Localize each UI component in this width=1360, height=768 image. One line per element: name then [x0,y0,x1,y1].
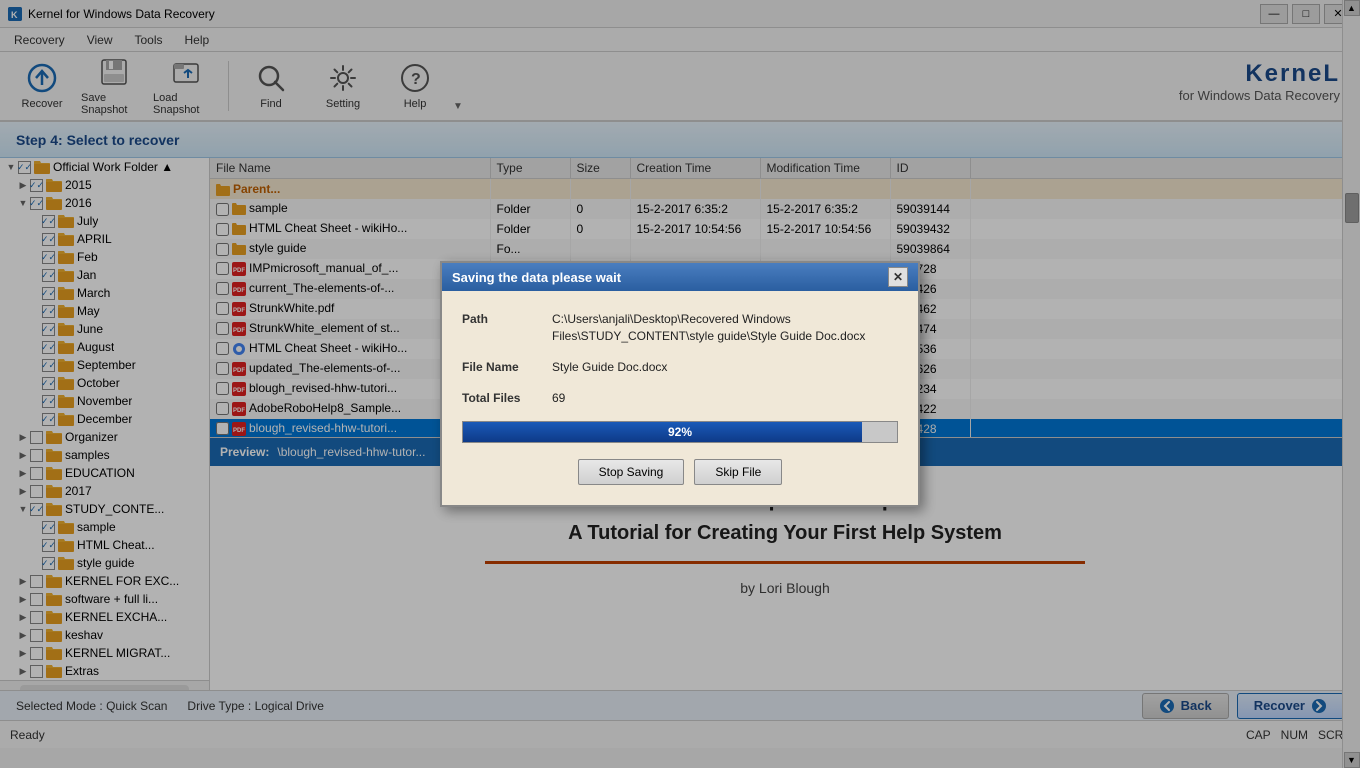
filename-label: File Name [462,359,552,374]
filename-value: Style Guide Doc.docx [552,359,667,376]
skip-file-button[interactable]: Skip File [694,459,782,485]
save-dialog: Saving the data please wait ✕ Path C:\Us… [440,261,920,506]
progress-bar-inner [463,422,862,442]
modal-overlay: Saving the data please wait ✕ Path C:\Us… [0,0,1360,768]
modal-title: Saving the data please wait [452,270,621,285]
modal-body: Path C:\Users\anjali\Desktop\Recovered W… [442,291,918,504]
stop-saving-button[interactable]: Stop Saving [578,459,685,485]
total-files-value: 69 [552,390,565,407]
total-files-label: Total Files [462,390,552,405]
modal-header: Saving the data please wait ✕ [442,263,918,291]
path-label: Path [462,311,552,326]
path-value: C:\Users\anjali\Desktop\Recovered Window… [552,311,898,345]
modal-close-button[interactable]: ✕ [888,267,908,287]
progress-container: 92% [462,421,898,443]
progress-bar-outer: 92% [462,421,898,443]
